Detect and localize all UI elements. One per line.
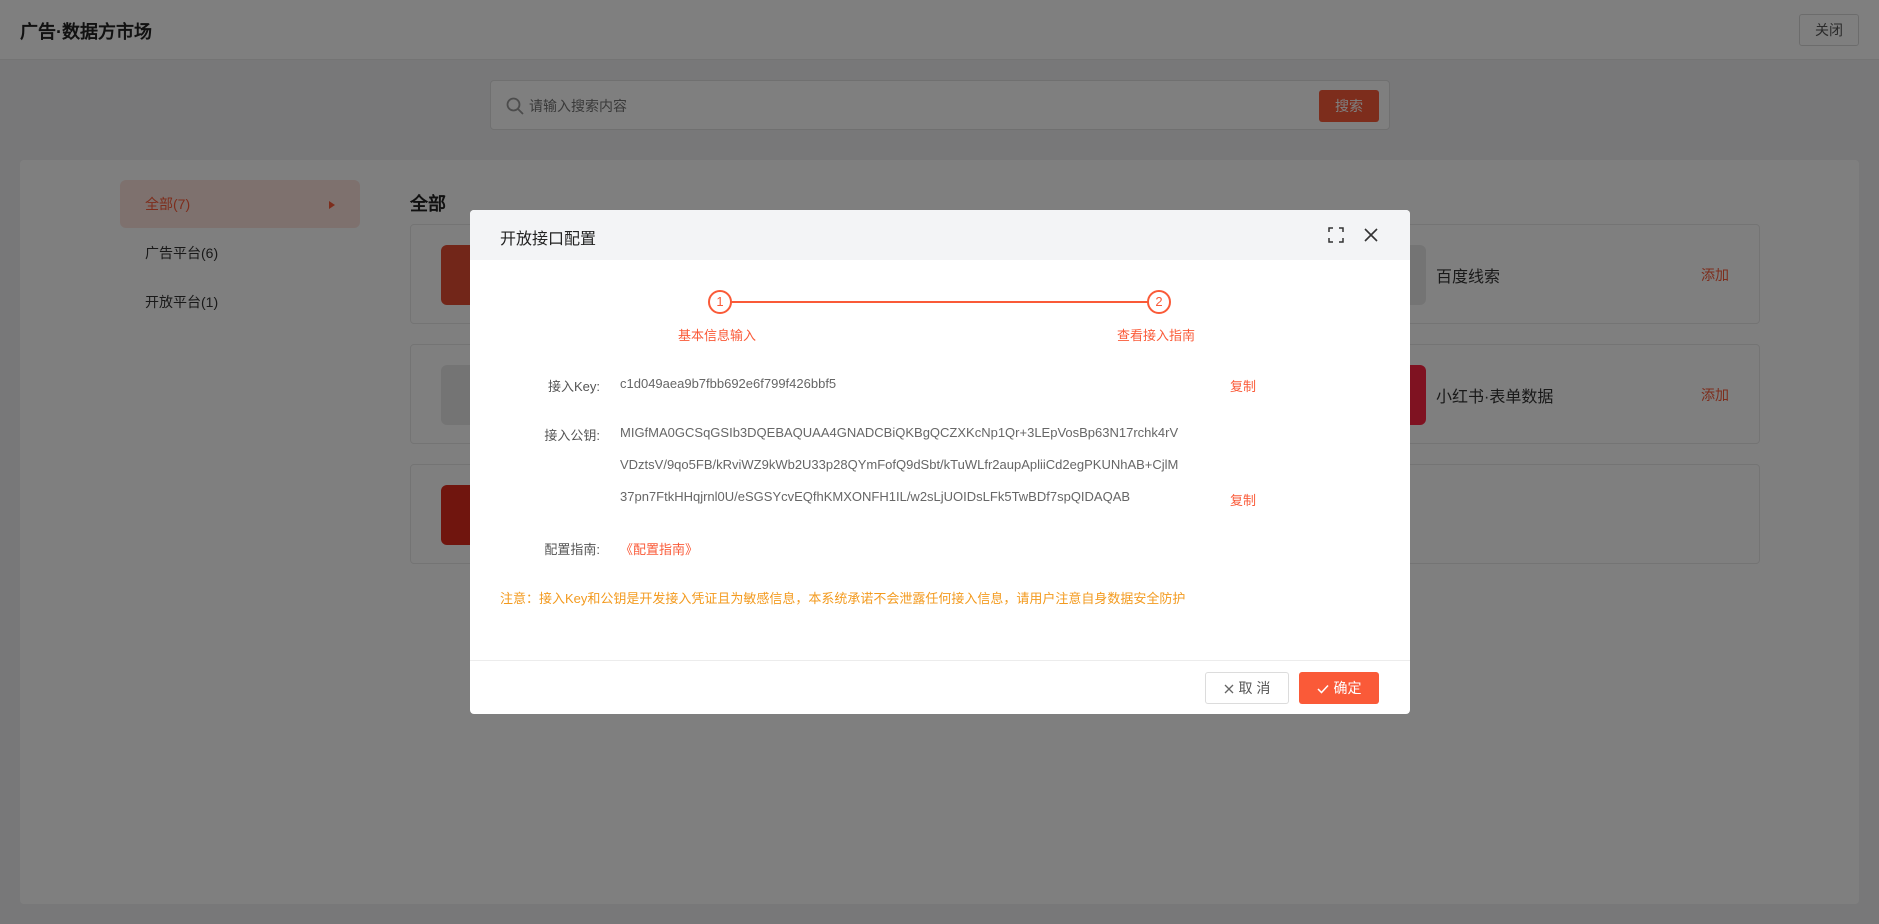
dialog-footer: 取 消 确定 bbox=[470, 660, 1410, 714]
dialog-title: 开放接口配置 bbox=[500, 231, 597, 248]
confirm-label: 确定 bbox=[1333, 680, 1362, 696]
public-key-label: 接入公钥: bbox=[544, 428, 600, 443]
public-key-line: VDztsV/9qo5FB/kRviWZ9kWb2U33p28QYmFofQ9d… bbox=[620, 457, 1179, 472]
close-icon[interactable] bbox=[1362, 226, 1380, 244]
open-api-config-dialog: 开放接口配置 1 基本信息输入 2 查看接入指南 接入Key: c1d049ae… bbox=[470, 210, 1410, 714]
copy-public-key-button[interactable]: 复制 bbox=[1230, 490, 1256, 509]
check-icon bbox=[1316, 685, 1329, 694]
close-icon bbox=[1224, 684, 1234, 694]
copy-key-button[interactable]: 复制 bbox=[1230, 376, 1256, 395]
step-1-label: 基本信息输入 bbox=[678, 328, 757, 343]
dialog-header: 开放接口配置 bbox=[470, 210, 1410, 260]
step-connector bbox=[731, 301, 1151, 303]
step-2-circle: 2 bbox=[1147, 290, 1171, 314]
step-2-label: 查看接入指南 bbox=[1117, 328, 1196, 343]
step-1-circle: 1 bbox=[708, 290, 732, 314]
cancel-label: 取 消 bbox=[1238, 680, 1271, 696]
confirm-button[interactable]: 确定 bbox=[1299, 672, 1379, 704]
public-key-line: 37pn7FtkHHqjrnl0U/eSGSYcvEQfhKMXONFH1IL/… bbox=[620, 489, 1131, 504]
access-key-label: 接入Key: bbox=[547, 379, 600, 394]
steps: 1 基本信息输入 2 查看接入指南 bbox=[470, 290, 1410, 350]
cancel-button[interactable]: 取 消 bbox=[1205, 672, 1289, 704]
config-guide-link[interactable]: 《配置指南》 bbox=[620, 539, 698, 558]
guide-label: 配置指南: bbox=[544, 542, 600, 557]
access-key-value: c1d049aea9b7fbb692e6f799f426bbf5 bbox=[620, 376, 837, 391]
fullscreen-icon[interactable] bbox=[1328, 227, 1344, 243]
public-key-line: MIGfMA0GCSqGSIb3DQEBAQUAA4GNADCBiQKBgQCZ… bbox=[620, 425, 1179, 440]
security-notice: 注意：接入Key和公钥是开发接入凭证且为敏感信息，本系统承诺不会泄露任何接入信息… bbox=[500, 591, 1186, 606]
